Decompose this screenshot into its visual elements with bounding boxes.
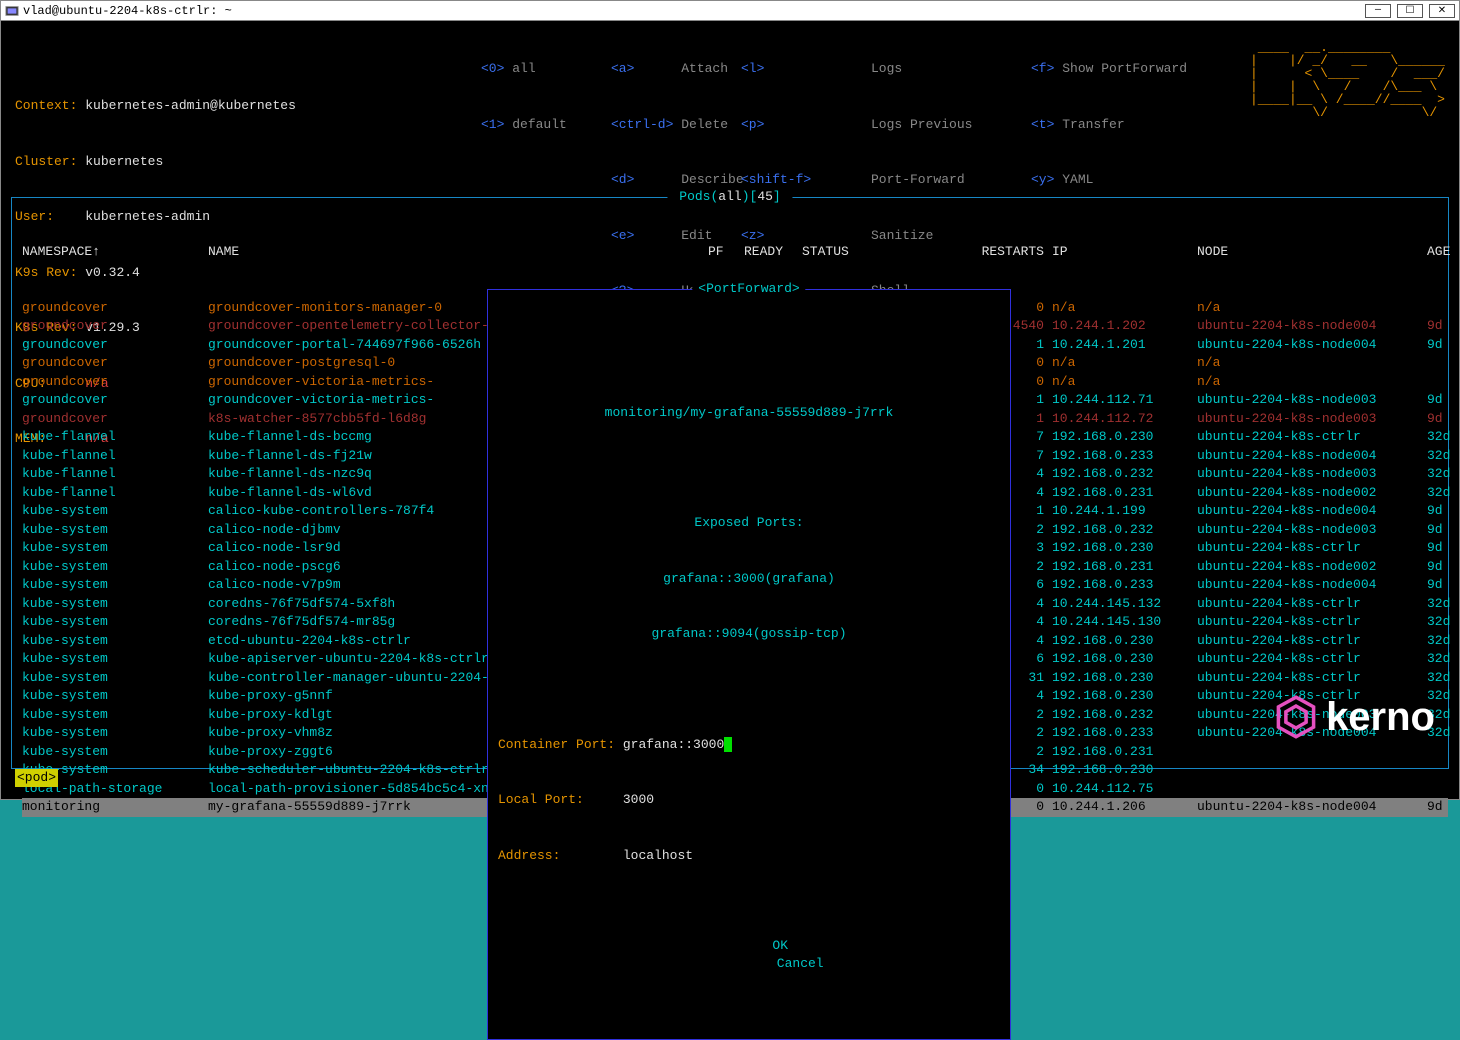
portforward-dialog: <PortForward> monitoring/my-grafana-5555… [487, 289, 1011, 1040]
dialog-title: <PortForward> [692, 280, 805, 299]
cancel-button[interactable]: Cancel [777, 955, 824, 974]
exposed-ports-label: Exposed Ports: [498, 514, 1000, 533]
window-title: vlad@ubuntu-2204-k8s-ctrlr: ~ [23, 4, 1365, 18]
putty-icon [5, 4, 19, 18]
kerno-logo: kerno [1274, 695, 1435, 739]
cluster-label: Cluster: [15, 153, 77, 172]
cluster-value: kubernetes [85, 154, 163, 169]
container-port-input[interactable]: grafana::3000 [623, 737, 724, 752]
close-button[interactable]: ✕ [1429, 4, 1455, 18]
panel-title: Pods(all)[45] [667, 188, 792, 207]
terminal[interactable]: Context: kubernetes-admin@kubernetes Clu… [1, 21, 1459, 799]
breadcrumb-pod: <pod> [15, 769, 58, 788]
exposed-port-0: grafana::3000(grafana) [498, 570, 1000, 589]
context-value: kubernetes-admin@kubernetes [85, 98, 296, 113]
kerno-icon [1274, 695, 1318, 739]
exposed-port-1: grafana::9094(gossip-tcp) [498, 625, 1000, 644]
address-label: Address: [498, 848, 560, 863]
dialog-subtitle: monitoring/my-grafana-55559d889-j7rrk [498, 404, 1000, 423]
table-header: NAMESPACE↑ NAME PF READY STATUS RESTARTS… [22, 243, 1448, 262]
maximize-button[interactable]: ☐ [1397, 4, 1423, 18]
container-port-label: Container Port: [498, 737, 615, 752]
cursor [724, 737, 732, 752]
k9s-ascii-logo: ____ __.________ | |/ _/ __ \______ | < … [1250, 41, 1445, 119]
context-label: Context: [15, 97, 77, 116]
minimize-button[interactable]: — [1365, 4, 1391, 18]
ok-button[interactable]: OK [772, 937, 788, 956]
address-input[interactable]: localhost [623, 848, 693, 863]
